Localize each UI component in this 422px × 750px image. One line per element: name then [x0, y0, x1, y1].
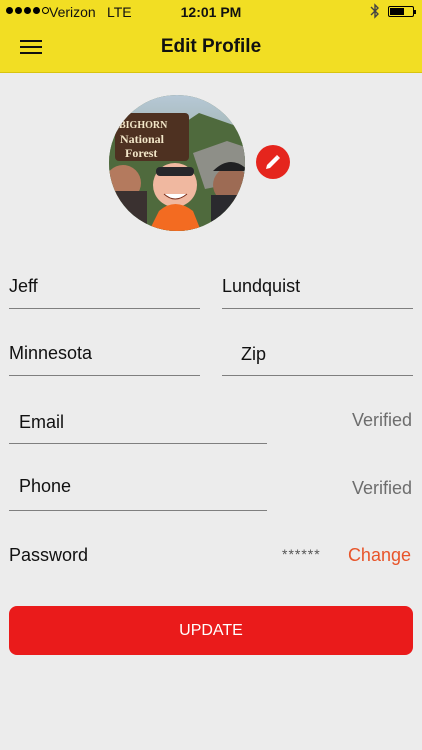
update-button[interactable]: UPDATE [9, 606, 413, 655]
status-bar: Verizon LTE 12:01 PM [0, 0, 422, 24]
avatar-sign-line-2: National [120, 132, 165, 146]
password-label: Password [9, 545, 89, 565]
first-name-value: Jeff [9, 276, 38, 296]
zip-field[interactable]: Zip [222, 333, 413, 376]
navigation-bar: Edit Profile [0, 24, 422, 73]
phone-field[interactable]: Phone [9, 465, 267, 511]
first-name-field[interactable]: Jeff [9, 266, 200, 309]
password-mask: ****** [282, 546, 321, 562]
phone-verified-status: Verified [351, 478, 412, 498]
page-title: Edit Profile [160, 36, 262, 57]
edit-avatar-button[interactable] [256, 145, 290, 179]
phone-placeholder: Phone [19, 476, 72, 496]
change-password-link[interactable]: Change [348, 545, 411, 566]
battery-icon [388, 6, 416, 17]
state-value: Minnesota [9, 343, 93, 363]
status-time: 12:01 PM [180, 4, 242, 20]
bluetooth-icon [370, 3, 379, 19]
last-name-field[interactable]: Lundquist [222, 266, 413, 309]
pencil-icon [266, 155, 280, 169]
email-verified-status: Verified [351, 410, 412, 430]
avatar-sign-line-3: Forest [125, 146, 157, 160]
last-name-value: Lundquist [222, 276, 301, 296]
profile-avatar: BIGHORN National Forest [109, 95, 245, 231]
zip-placeholder: Zip [241, 344, 267, 364]
avatar-sign-line-1: BIGHORN [119, 120, 168, 131]
state-field[interactable]: Minnesota [9, 333, 200, 376]
email-field[interactable]: Email [9, 398, 267, 444]
email-placeholder: Email [19, 412, 65, 432]
